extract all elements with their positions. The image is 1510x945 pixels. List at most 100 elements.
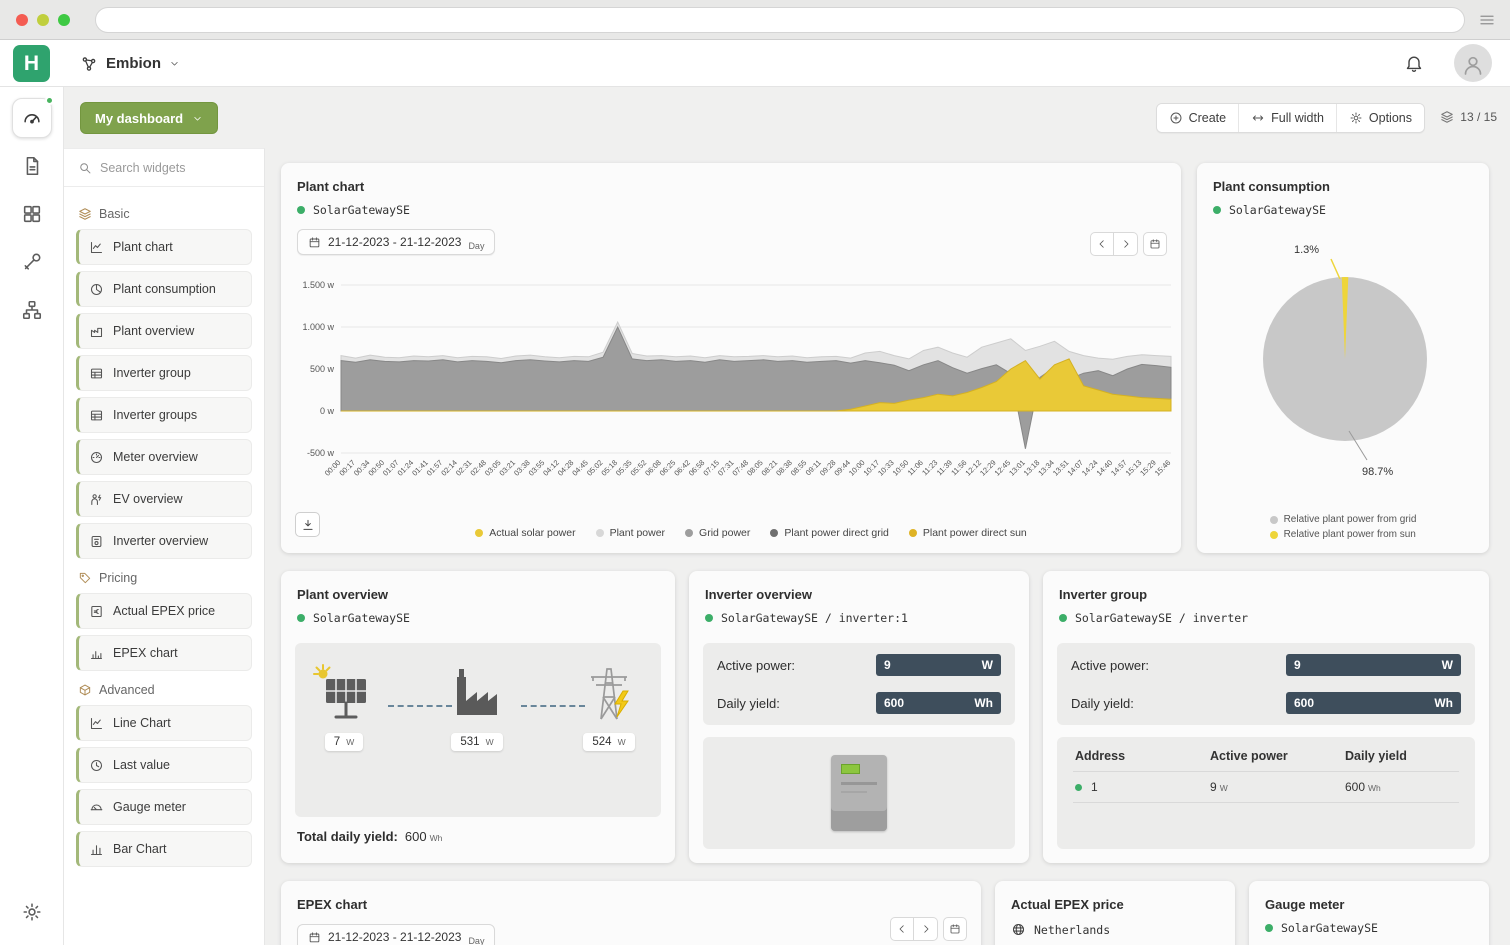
flow-node-solar: 7W [304, 663, 384, 751]
create-button[interactable]: Create [1157, 104, 1239, 132]
widget-search-input[interactable] [100, 161, 240, 175]
widget-item-bar-chart[interactable]: Bar Chart [76, 831, 252, 867]
download-button[interactable] [295, 512, 320, 537]
widget-item-label: Meter overview [113, 450, 198, 464]
prev-period-button[interactable] [890, 917, 914, 941]
card-title: Actual EPEX price [1011, 897, 1219, 912]
settings-gear-icon[interactable] [21, 901, 43, 923]
options-button[interactable]: Options [1336, 104, 1424, 132]
widget-item-plant-overview[interactable]: Plant overview [76, 313, 252, 349]
date-range-control[interactable]: 21-12-2023 - 21-12-2023 Day [297, 924, 495, 945]
flow-node-grid: 524W [569, 663, 649, 751]
app-logo[interactable]: H [13, 45, 50, 82]
card-title: Plant chart [297, 179, 1165, 194]
full-width-button[interactable]: Full width [1238, 104, 1336, 132]
device-name: SolarGatewaySE [1281, 921, 1378, 935]
browser-url-input[interactable] [95, 7, 1465, 33]
widget-item-inverter-group[interactable]: Inverter group [76, 355, 252, 391]
widget-item-line-chart[interactable]: Line Chart [76, 705, 252, 741]
rail-item-apps[interactable] [21, 203, 43, 225]
svg-text:1.500 w: 1.500 w [302, 280, 334, 290]
factory-icon [445, 663, 509, 721]
plant-flow-panel: 7W 531W 524W [295, 643, 661, 817]
status-dot [297, 206, 305, 214]
calendar-button[interactable] [1143, 232, 1167, 256]
date-mode: Day [468, 241, 484, 251]
browser-menu-icon[interactable] [1478, 11, 1496, 29]
widget-item-plant-chart[interactable]: Plant chart [76, 229, 252, 265]
rail-item-dashboard[interactable] [12, 98, 52, 138]
dashboard-selector-label: My dashboard [95, 111, 183, 126]
rail-item-reports[interactable] [21, 155, 43, 177]
close-window-button[interactable] [16, 14, 28, 26]
consumption-pie-chart: 1.3%98.7% [1197, 163, 1489, 553]
notifications-bell-icon[interactable] [1404, 53, 1424, 73]
box-icon [78, 683, 92, 697]
inverter-overview-stats: Active power:9WDaily yield:600Wh [703, 643, 1015, 725]
inverter-screen [841, 764, 860, 774]
widget-item-inverter-groups[interactable]: Inverter groups [76, 397, 252, 433]
widget-item-gauge-meter[interactable]: Gauge meter [76, 789, 252, 825]
widget-item-label: Plant overview [113, 324, 194, 338]
section-label: Advanced [99, 683, 155, 697]
status-dot [705, 614, 713, 622]
dashboard-selector-button[interactable]: My dashboard [80, 102, 218, 134]
inverter-group-table: AddressActive powerDaily yield19W600Wh [1057, 737, 1475, 803]
zoom-window-button[interactable] [58, 14, 70, 26]
widget-item-label: Plant chart [113, 240, 173, 254]
chart-nav-controls [1090, 232, 1167, 256]
rail-item-network[interactable] [21, 299, 43, 321]
screen: H Embion My dashboard Create Full w [0, 0, 1510, 945]
org-switcher[interactable]: Embion [80, 40, 180, 87]
flow-unit: W [346, 737, 354, 747]
device-name: SolarGatewaySE [313, 611, 410, 625]
calendar-button[interactable] [943, 917, 967, 941]
stat-value: 9 [884, 658, 891, 672]
svg-text:98.7%: 98.7% [1362, 466, 1393, 478]
widget-item-inverter-overview[interactable]: Inverter overview [76, 523, 252, 559]
rail-item-tools[interactable] [21, 251, 43, 273]
date-range-control[interactable]: 21-12-2023 - 21-12-2023 Day [297, 229, 495, 255]
legend-dot [770, 529, 778, 537]
user-avatar[interactable] [1454, 44, 1492, 82]
svg-text:1.000 w: 1.000 w [302, 322, 334, 332]
widget-card-plant-consumption: Plant consumption SolarGatewaySE 1.3%98.… [1197, 163, 1489, 553]
widget-item-actual-epex-price[interactable]: Actual EPEX price [76, 593, 252, 629]
widget-item-label: Plant consumption [113, 282, 216, 296]
browser-chrome [0, 0, 1510, 40]
widget-item-plant-consumption[interactable]: Plant consumption [76, 271, 252, 307]
widget-item-last-value[interactable]: Last value [76, 747, 252, 783]
widget-card-plant-chart: Plant chart SolarGatewaySE 21-12-2023 - … [281, 163, 1181, 553]
card-title: Inverter group [1059, 587, 1473, 602]
legend-item-grid-power: Grid power [685, 527, 750, 539]
legend-item-plant-power-direct-grid: Plant power direct grid [770, 527, 888, 539]
flow-node-plant: 531W [437, 663, 517, 751]
widget-item-meter-overview[interactable]: Meter overview [76, 439, 252, 475]
stat-value-box: 600Wh [1286, 692, 1461, 714]
flow-value: 7 [334, 736, 340, 748]
widget-item-ev-overview[interactable]: EV overview [76, 481, 252, 517]
widget-sidebar: BasicPlant chartPlant consumptionPlant o… [64, 148, 265, 945]
device-name: SolarGatewaySE [1229, 203, 1326, 217]
widget-item-epex-chart[interactable]: EPEX chart [76, 635, 252, 671]
download-icon [301, 518, 315, 532]
stat-value-box: 600Wh [876, 692, 1001, 714]
section-label: Pricing [99, 571, 137, 585]
search-icon [78, 161, 92, 175]
minimize-window-button[interactable] [37, 14, 49, 26]
clock-icon [89, 758, 104, 773]
next-period-button[interactable] [1114, 232, 1138, 256]
stat-value: 600 [1294, 696, 1314, 710]
legend-item-plant-power: Plant power [596, 527, 665, 539]
widget-item-label: Inverter groups [113, 408, 197, 422]
svg-text:11:06: 11:06 [906, 458, 925, 477]
inverter-image-wrap [703, 737, 1015, 849]
table-header-daily-yield: Daily yield [1345, 749, 1457, 763]
prev-period-button[interactable] [1090, 232, 1114, 256]
device-row: SolarGatewaySE [297, 611, 659, 625]
meter-icon [89, 450, 104, 465]
next-period-button[interactable] [914, 917, 938, 941]
stat-value-box: 9W [1286, 654, 1461, 676]
dashboard-header: My dashboard Create Full width Options 1… [64, 87, 1510, 148]
table-header-address: Address [1075, 749, 1210, 763]
